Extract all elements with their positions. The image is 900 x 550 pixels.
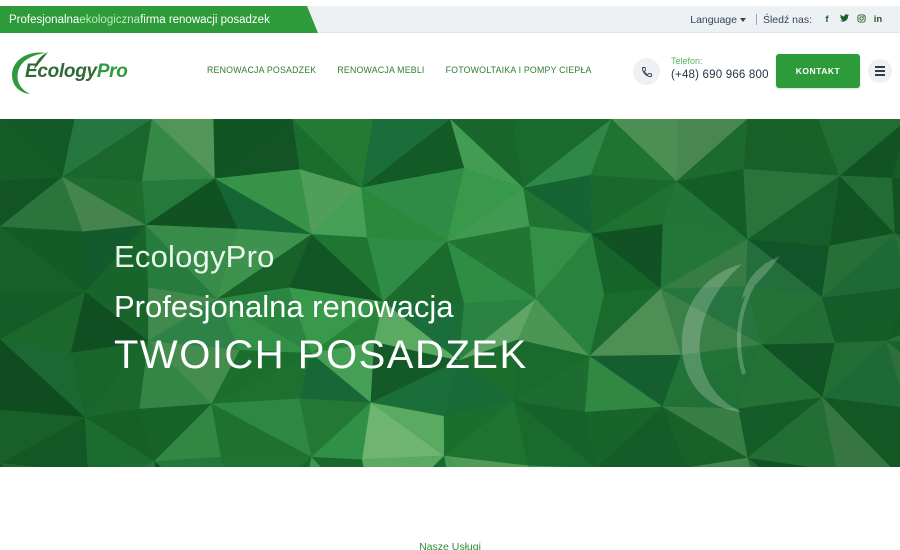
hero-banner: EcologyPro Profesjonalna renowacja TWOIC… <box>0 119 900 467</box>
follow-label: Śledź nas: <box>762 13 812 26</box>
divider <box>755 14 757 25</box>
contact-button[interactable]: KONTAKT <box>776 54 860 88</box>
promo-text-1: Profesjonalna <box>9 13 80 26</box>
hamburger-menu-button[interactable] <box>868 59 892 83</box>
hero-brand: EcologyPro <box>114 239 275 274</box>
hero-subtitle: Profesjonalna renowacja <box>114 289 454 324</box>
main-nav: RENOWACJA POSADZEK RENOWACJA MEBLI FOTOW… <box>207 65 592 75</box>
linkedin-icon[interactable]: in <box>870 14 886 25</box>
menu-line <box>875 70 885 72</box>
phone-icon <box>641 66 652 77</box>
phone-icon-circle[interactable] <box>633 58 660 85</box>
hero-leaf-icon <box>681 256 780 412</box>
logo-text-ecology: Ecology <box>25 61 97 82</box>
nav-item-fotowoltaika[interactable]: FOTOWOLTAIKA I POMPY CIEPŁA <box>446 65 592 75</box>
phone-label: Telefon: <box>671 56 703 66</box>
main-header: EcologyPro RENOWACJA POSADZEK RENOWACJA … <box>0 34 900 119</box>
language-label: Language <box>690 13 737 26</box>
top-right-tools: Language Śledź nas: f in <box>690 6 886 33</box>
nav-item-renowacja-mebli[interactable]: RENOWACJA MEBLI <box>337 65 424 75</box>
menu-line <box>875 66 885 68</box>
top-bar: Profesjonalna ekologiczna firma renowacj… <box>0 6 900 33</box>
twitter-icon[interactable] <box>836 14 852 25</box>
promo-text-2: firma renowacji posadzek <box>140 13 270 26</box>
logo-text: EcologyPro <box>25 61 128 83</box>
phone-block: Telefon: (+48) 690 966 800 <box>671 56 769 81</box>
phone-number-link[interactable]: (+48) 690 966 800 <box>671 69 769 81</box>
section-label: Nasze Usługi <box>419 541 481 550</box>
chevron-down-icon <box>739 17 746 22</box>
language-dropdown[interactable]: Language <box>690 14 746 26</box>
menu-line <box>875 74 885 76</box>
logo-text-pro: Pro <box>96 61 128 82</box>
instagram-icon[interactable] <box>853 13 869 26</box>
promo-text-highlight: ekologiczna <box>79 13 141 26</box>
hero-title: TWOICH POSADZEK <box>114 333 528 377</box>
logo[interactable]: EcologyPro <box>8 48 133 94</box>
hero-pattern-shade <box>220 456 312 467</box>
nav-item-renowacja-posadzek[interactable]: RENOWACJA POSADZEK <box>207 65 316 75</box>
promo-banner: Profesjonalna ekologiczna firma renowacj… <box>0 6 318 33</box>
facebook-icon[interactable]: f <box>819 14 835 25</box>
